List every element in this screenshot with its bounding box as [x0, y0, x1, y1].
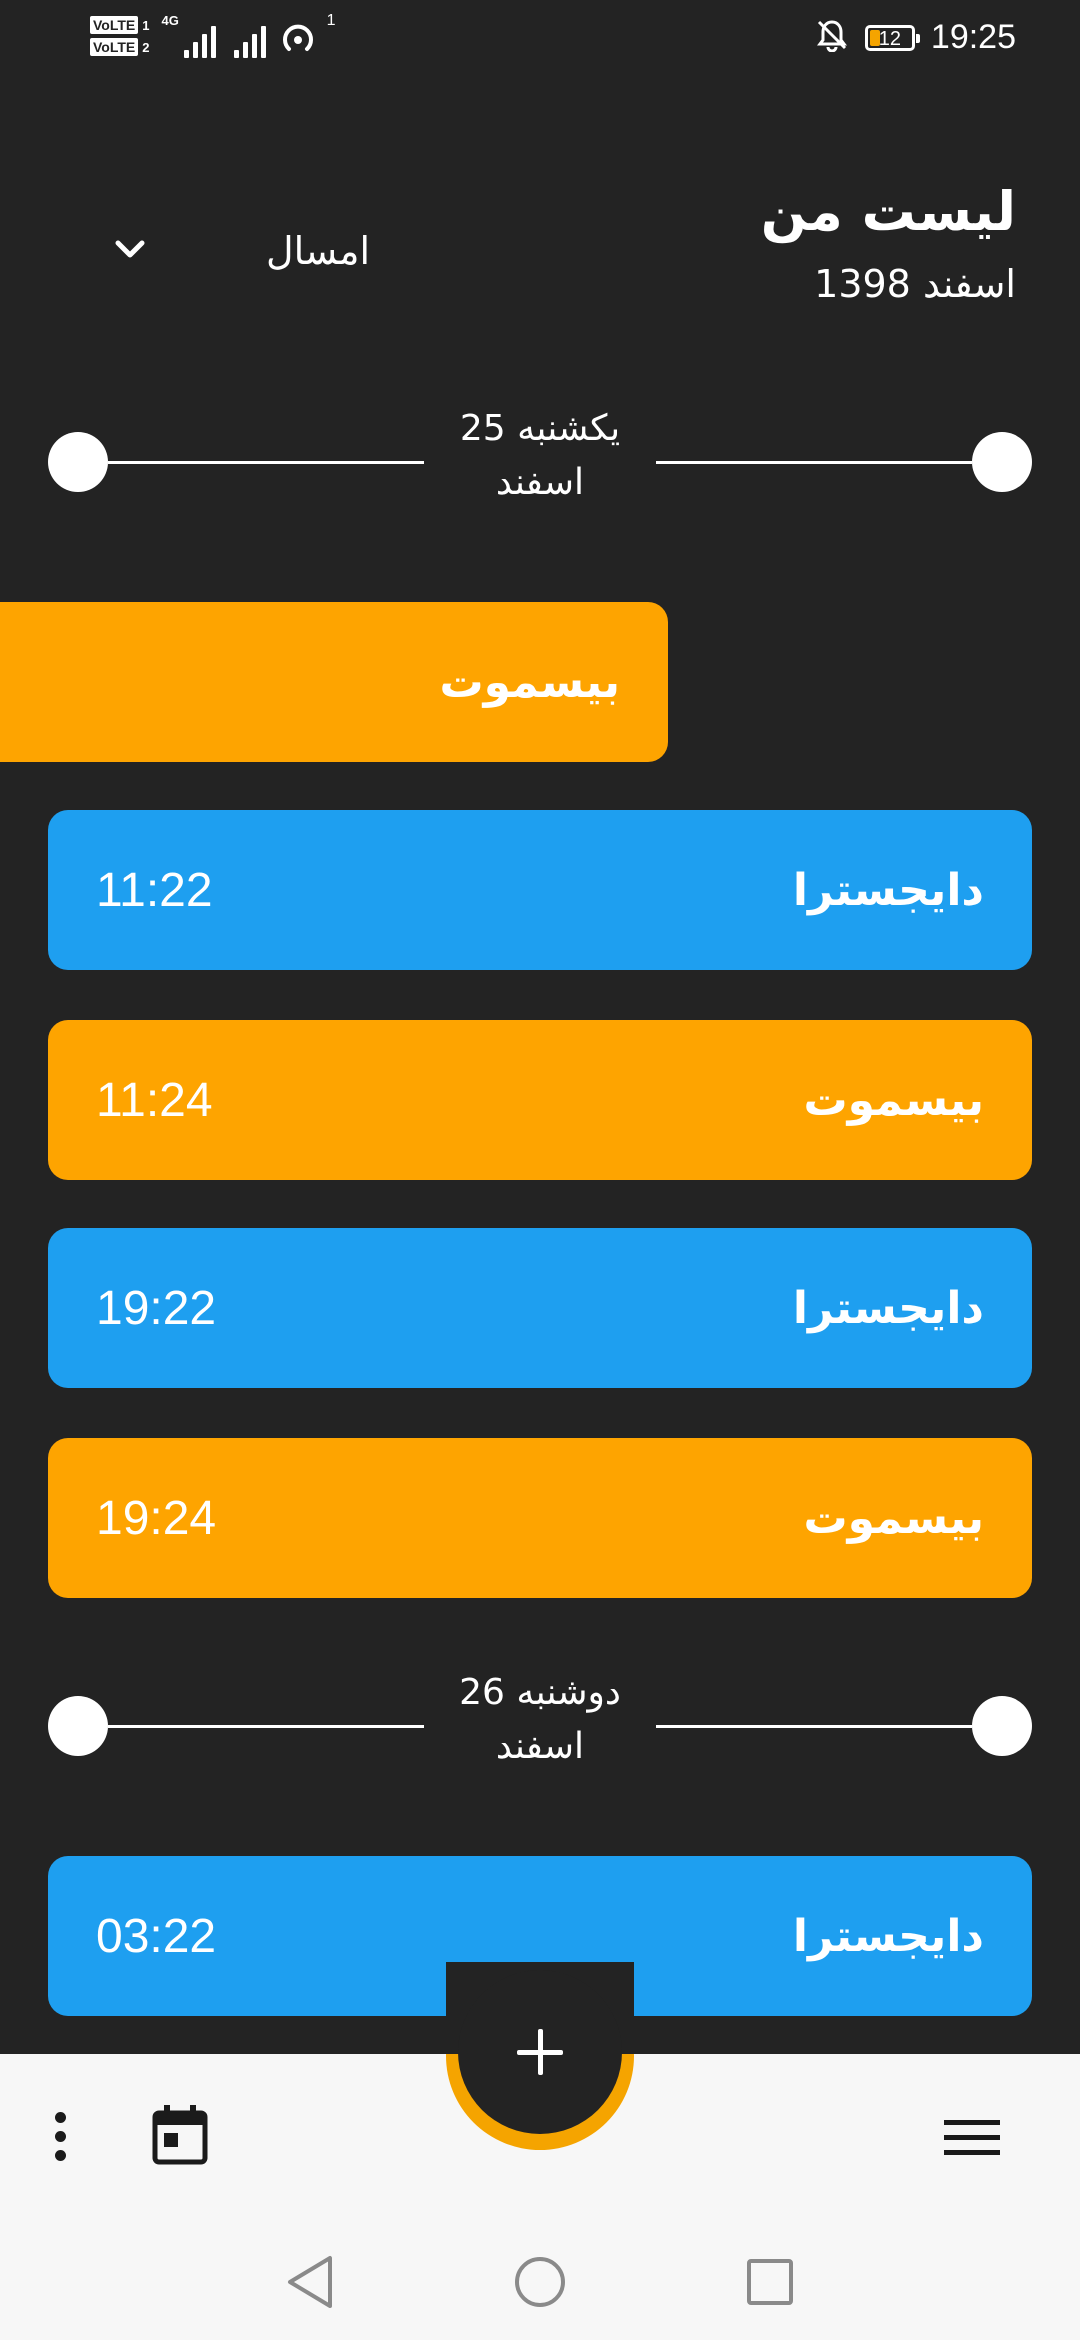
add-entry-button[interactable]	[458, 1970, 622, 2134]
date-label: دوشنبه 26 اسفند	[424, 1666, 656, 1774]
timeline-dot	[48, 1696, 108, 1756]
timeline-line	[108, 461, 424, 464]
hotspot-count: 1	[326, 12, 336, 29]
timeline-dot	[972, 432, 1032, 492]
entry-card[interactable]: 11:22 دایجسترا	[48, 810, 1032, 970]
signal-bars	[233, 22, 266, 58]
entry-time: 19:22	[96, 1281, 217, 1335]
entry-name: بیسموت	[803, 1074, 984, 1126]
entry-card[interactable]: 11:24 بیسموت	[48, 1020, 1032, 1180]
timeline-line	[656, 461, 972, 464]
timeline-dot	[972, 1696, 1032, 1756]
volte-indicators: VoLTE 1 VoLTE 2	[90, 16, 150, 56]
timeline-dot	[48, 432, 108, 492]
year-filter-label: امسال	[266, 229, 370, 273]
entry-time: 03:22	[96, 1909, 217, 1963]
volte-sim-1: VoLTE 1	[90, 16, 150, 34]
year-filter-dropdown[interactable]: امسال	[110, 216, 370, 286]
hotspot-icon: 1	[276, 12, 336, 58]
chevron-down-icon	[110, 229, 150, 273]
more-options-button[interactable]	[30, 2106, 90, 2166]
timeline-line	[108, 1725, 424, 1728]
back-button[interactable]	[280, 2254, 340, 2314]
more-vert-icon	[54, 2111, 66, 2161]
mute-notifications-icon	[815, 18, 849, 57]
date-label: یکشنبه 25 اسفند	[424, 402, 656, 510]
date-separator: دوشنبه 26 اسفند	[48, 1666, 1032, 1786]
date-day: دوشنبه 26	[459, 1672, 621, 1713]
network-type: 4G	[161, 13, 179, 28]
sim-number: 1	[142, 17, 150, 33]
timeline-line	[656, 1725, 972, 1728]
signal-bars	[183, 22, 216, 58]
entry-time: 19:24	[96, 1491, 217, 1545]
home-button[interactable]	[510, 2254, 570, 2314]
volte-label: VoLTE	[90, 16, 139, 34]
entry-name: دایجسترا	[792, 1910, 984, 1962]
home-icon	[512, 2254, 568, 2314]
calendar-icon	[152, 2103, 208, 2169]
volte-sim-2: VoLTE 2	[90, 38, 150, 56]
entry-card[interactable]: 19:22 دایجسترا	[48, 1228, 1032, 1388]
plus-icon	[517, 2029, 563, 2075]
battery-icon: 12	[864, 24, 920, 51]
entry-name: دایجسترا	[792, 864, 984, 916]
entry-name: بیسموت	[803, 1492, 984, 1544]
entry-card[interactable]: بیسموت	[0, 602, 668, 762]
date-separator: یکشنبه 25 اسفند	[48, 402, 1032, 522]
status-left: VoLTE 1 VoLTE 2 4G 1	[90, 12, 336, 58]
entry-card[interactable]: 19:24 بیسموت	[48, 1438, 1032, 1598]
entry-name: دایجسترا	[792, 1282, 984, 1334]
entry-name: بیسموت	[439, 656, 620, 708]
date-month: اسفند	[495, 462, 585, 503]
entry-time: 11:24	[96, 1073, 213, 1127]
status-right: 12 19:25	[815, 18, 1016, 57]
volte-label: VoLTE	[90, 38, 139, 56]
sim-number: 2	[142, 39, 150, 55]
page-title: لیست من	[760, 180, 1016, 243]
calendar-button[interactable]	[148, 2102, 212, 2170]
date-month: اسفند	[495, 1726, 585, 1767]
date-day: یکشنبه 25	[459, 408, 621, 449]
clock: 19:25	[930, 18, 1016, 56]
status-bar: VoLTE 1 VoLTE 2 4G 1 12 19:25	[0, 0, 1080, 86]
recents-button[interactable]	[740, 2254, 800, 2314]
page-subtitle: اسفند 1398	[814, 262, 1016, 306]
signal-sim-2-icon	[226, 14, 266, 58]
menu-icon	[944, 2119, 1000, 2155]
menu-button[interactable]	[940, 2110, 1004, 2164]
recents-icon	[744, 2256, 796, 2312]
signal-sim-1-icon: 4G	[160, 14, 216, 58]
battery-level: 12	[878, 27, 902, 50]
entry-time: 11:22	[96, 863, 213, 917]
back-icon	[284, 2254, 336, 2314]
